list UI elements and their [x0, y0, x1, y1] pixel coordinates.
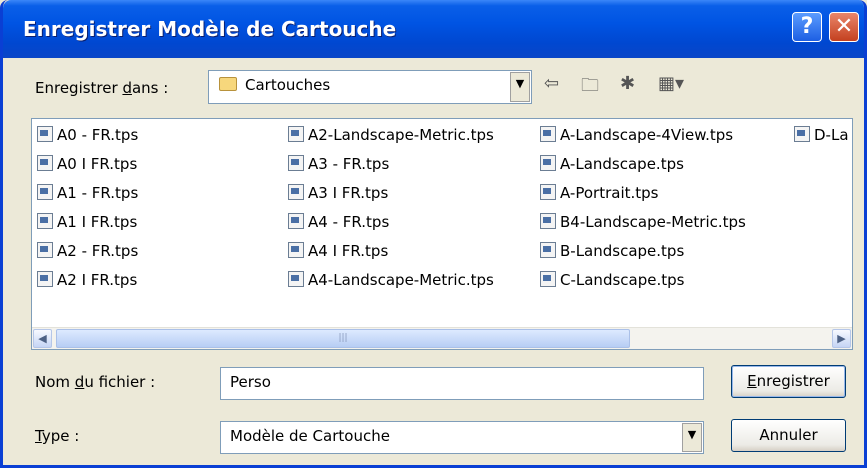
- template-file-icon: [288, 271, 304, 287]
- list-item[interactable]: A2-Landscape-Metric.tps: [288, 126, 494, 148]
- type-label: Type :: [35, 427, 79, 445]
- window-title: Enregistrer Modèle de Cartouche: [23, 17, 397, 41]
- list-item[interactable]: A-Landscape-4View.tps: [540, 126, 733, 148]
- template-file-icon: [288, 184, 304, 200]
- save-in-label-pre: Enregistrer: [35, 79, 123, 97]
- title-bar[interactable]: Enregistrer Modèle de Cartouche ? ✕: [3, 0, 864, 58]
- template-file-icon: [540, 155, 556, 171]
- file-name: A-Landscape-4View.tps: [560, 126, 734, 144]
- type-dropdown[interactable]: Modèle de Cartouche ▼: [220, 421, 704, 454]
- list-item[interactable]: A4 I FR.tps: [288, 242, 388, 264]
- list-item[interactable]: A-Landscape.tps: [540, 155, 684, 177]
- list-item[interactable]: A3 - FR.tps: [288, 155, 389, 177]
- scroll-left-icon[interactable]: ◀: [33, 329, 52, 348]
- list-item[interactable]: A-Portrait.tps: [540, 184, 658, 206]
- up-folder-icon[interactable]: 🗀: [581, 73, 599, 103]
- file-name: A1 - FR.tps: [57, 184, 139, 202]
- filename-input[interactable]: Perso: [220, 367, 704, 400]
- folder-icon: [219, 77, 237, 91]
- file-name: A2-Landscape-Metric.tps: [308, 126, 494, 144]
- scroll-thumb[interactable]: |||: [56, 329, 630, 348]
- list-item[interactable]: A1 I FR.tps: [37, 213, 137, 235]
- template-file-icon: [540, 126, 556, 142]
- type-label-mnemonic: T: [35, 427, 42, 445]
- filename-value: Perso: [230, 373, 271, 391]
- list-item[interactable]: C-Landscape.tps: [540, 271, 684, 293]
- new-folder-icon[interactable]: ✱: [620, 73, 635, 94]
- template-file-icon: [794, 126, 810, 142]
- template-file-icon: [288, 213, 304, 229]
- file-name: A4 I FR.tps: [308, 242, 389, 260]
- list-item[interactable]: A0 - FR.tps: [37, 126, 138, 148]
- file-name: A-Landscape.tps: [560, 155, 684, 173]
- save-button-label: nregistrer: [756, 372, 830, 390]
- cancel-button[interactable]: Annuler: [731, 419, 846, 452]
- filename-label: Nom du fichier :: [35, 373, 155, 391]
- save-dialog: Enregistrer Modèle de Cartouche ? ✕ Enre…: [0, 0, 867, 468]
- chevron-down-icon[interactable]: ▼: [682, 423, 702, 452]
- save-button-mnemonic: E: [747, 372, 757, 390]
- list-item[interactable]: A4 - FR.tps: [288, 213, 389, 235]
- template-file-icon: [540, 213, 556, 229]
- filename-label-pre: Nom: [35, 373, 75, 391]
- type-value: Modèle de Cartouche: [230, 427, 390, 445]
- file-name: A4-Landscape-Metric.tps: [308, 271, 494, 289]
- back-icon[interactable]: ⇦: [544, 73, 559, 94]
- list-item[interactable]: A2 I FR.tps: [37, 271, 137, 293]
- file-name: A1 I FR.tps: [57, 213, 138, 231]
- template-file-icon: [37, 242, 53, 258]
- file-name: B4-Landscape-Metric.tps: [560, 213, 746, 231]
- template-file-icon: [540, 184, 556, 200]
- template-file-icon: [37, 184, 53, 200]
- template-file-icon: [540, 271, 556, 287]
- file-name: C-Landscape.tps: [560, 271, 685, 289]
- filename-label-mnemonic: d: [74, 373, 85, 391]
- template-file-icon: [37, 213, 53, 229]
- save-in-dropdown[interactable]: Cartouches ▼: [208, 70, 532, 104]
- file-name: A3 I FR.tps: [308, 184, 389, 202]
- filename-label-post: u fichier :: [84, 373, 156, 391]
- chevron-down-icon[interactable]: ▼: [510, 72, 530, 102]
- file-name: A3 - FR.tps: [308, 155, 390, 173]
- template-file-icon: [540, 242, 556, 258]
- close-button[interactable]: ✕: [829, 12, 859, 42]
- template-file-icon: [288, 155, 304, 171]
- file-name: A2 I FR.tps: [57, 271, 138, 289]
- list-item[interactable]: A2 - FR.tps: [37, 242, 138, 264]
- list-item[interactable]: B-Landscape.tps: [540, 242, 684, 264]
- file-name: A4 - FR.tps: [308, 213, 390, 231]
- save-in-label-mnemonic: d: [122, 79, 132, 97]
- list-item[interactable]: A4-Landscape-Metric.tps: [288, 271, 494, 293]
- help-button[interactable]: ?: [792, 12, 822, 42]
- save-in-value: Cartouches: [245, 76, 331, 94]
- file-name: A0 - FR.tps: [57, 126, 139, 144]
- list-item[interactable]: A3 I FR.tps: [288, 184, 388, 206]
- file-name: A-Portrait.tps: [560, 184, 659, 202]
- template-file-icon: [37, 155, 53, 171]
- view-menu-icon[interactable]: ▦▾: [658, 73, 684, 94]
- list-item[interactable]: B4-Landscape-Metric.tps: [540, 213, 746, 235]
- template-file-icon: [288, 126, 304, 142]
- horizontal-scrollbar[interactable]: ◀ ||| ▶: [32, 327, 852, 349]
- template-file-icon: [288, 242, 304, 258]
- file-list[interactable]: A0 - FR.tps A0 I FR.tps A1 - FR.tps A1 I…: [31, 118, 853, 350]
- template-file-icon: [37, 126, 53, 142]
- file-name: A2 - FR.tps: [57, 242, 139, 260]
- file-name: B-Landscape.tps: [560, 242, 685, 260]
- list-item[interactable]: A0 I FR.tps: [37, 155, 137, 177]
- scroll-right-icon[interactable]: ▶: [832, 329, 851, 348]
- type-label-post: ype :: [41, 427, 80, 445]
- template-file-icon: [37, 271, 53, 287]
- list-item[interactable]: D-La: [794, 126, 849, 148]
- file-name: D-La: [814, 126, 849, 144]
- save-in-label-post: ans :: [131, 79, 169, 97]
- file-name: A0 I FR.tps: [57, 155, 138, 173]
- save-button[interactable]: Enregistrer: [731, 365, 846, 398]
- save-in-label: Enregistrer dans :: [35, 79, 168, 97]
- list-item[interactable]: A1 - FR.tps: [37, 184, 138, 206]
